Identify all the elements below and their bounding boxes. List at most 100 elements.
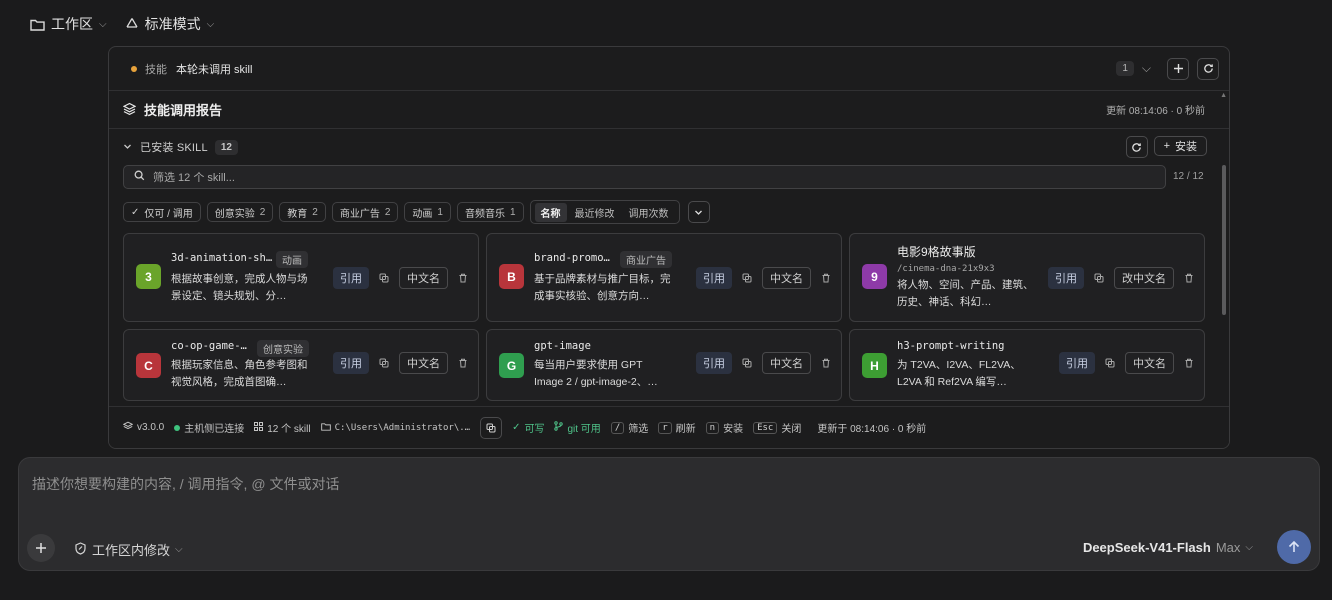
- skill-description: 基于品牌素材与推广目标，完成事实核验、创意方向…: [534, 273, 671, 302]
- kbd-close-label: 关闭: [781, 424, 802, 435]
- filter-chip-audio[interactable]: 音频音乐 1: [456, 202, 524, 222]
- copy-path-button[interactable]: [480, 416, 503, 439]
- skill-count-label: 12 个 skill: [267, 424, 311, 435]
- filter-chip-animation[interactable]: 动画 1: [404, 202, 451, 222]
- git-branch-icon: [554, 421, 564, 434]
- host-status: 主机侧已连接: [184, 424, 245, 435]
- mode-menu[interactable]: 标准模式 ⌵: [125, 14, 214, 34]
- send-button[interactable]: [1277, 530, 1311, 564]
- installed-title: 已安装 SKILL: [140, 142, 208, 154]
- cite-button[interactable]: 引用: [1048, 267, 1084, 289]
- cite-button[interactable]: 引用: [333, 267, 369, 289]
- scrollbar-thumb[interactable]: [1222, 165, 1226, 315]
- trash-icon[interactable]: [1184, 358, 1194, 368]
- mode-label: 标准模式: [144, 16, 201, 32]
- grid-icon: [254, 421, 264, 434]
- kbd-filter-label: 筛选: [628, 424, 649, 435]
- edit-scope-label: 工作区内修改: [92, 543, 171, 558]
- rename-cn-button[interactable]: 中文名: [399, 267, 448, 289]
- skill-card[interactable]: 3 3d-animation-sh… 动画 根据故事创意，完成人物与场景设定、镜…: [123, 233, 479, 322]
- chip-label: 音频音乐: [464, 208, 505, 220]
- copy-icon[interactable]: [1094, 273, 1104, 283]
- scroll-up-icon[interactable]: ▲: [1220, 92, 1227, 99]
- copy-icon[interactable]: [379, 358, 389, 368]
- skill-category-tag: 创意实验: [257, 340, 309, 357]
- cite-button[interactable]: 引用: [1059, 352, 1095, 374]
- filter-result-count: 12 / 12: [1173, 171, 1204, 182]
- kbd-refresh: r: [658, 421, 672, 434]
- trash-icon[interactable]: [821, 358, 831, 368]
- rename-cn-button[interactable]: 中文名: [399, 352, 448, 374]
- chip-count: 2: [312, 206, 318, 218]
- add-button[interactable]: [1167, 57, 1189, 80]
- report-updated: 更新 08:14:06 · 0 秒前: [1106, 106, 1205, 117]
- kbd-filter: /: [610, 421, 625, 434]
- skill-card[interactable]: B brand-promo… 商业广告 基于品牌素材与推广目标，完成事实核验、创…: [486, 233, 842, 322]
- reload-button[interactable]: [1125, 136, 1148, 158]
- model-level: Max: [1215, 540, 1241, 555]
- top-bar: 工作区 ⌵ 标准模式 ⌵: [30, 14, 214, 34]
- filter-chip-callable[interactable]: ✓ 仅可 / 调用: [123, 202, 201, 222]
- cite-button[interactable]: 引用: [696, 352, 732, 374]
- prompt-composer[interactable]: 描述你想要构建的内容, / 调用指令, @ 文件或对话 工作区内修改 ⌵ Dee…: [18, 457, 1320, 571]
- filter-chips: ✓ 仅可 / 调用 创意实验 2 教育 2 商业广告 2 动画 1 音频音乐 1: [123, 200, 710, 224]
- skill-card[interactable]: C co-op-game-… 创意实验 根据玩家信息、角色参考图和视觉风格，完成…: [123, 329, 479, 401]
- sort-by-modified[interactable]: 最近修改: [569, 203, 621, 222]
- install-label: 安装: [1175, 141, 1197, 153]
- chip-count: 1: [437, 206, 443, 218]
- skill-cards: 3 3d-animation-sh… 动画 根据故事创意，完成人物与场景设定、镜…: [123, 233, 1205, 401]
- plus-icon: +: [1163, 140, 1170, 152]
- attach-button[interactable]: [27, 534, 55, 562]
- installed-count: 12: [214, 139, 238, 155]
- model-selector[interactable]: DeepSeek-V41-Flash Max ⌵: [1083, 540, 1253, 555]
- skill-badge: H: [862, 353, 887, 378]
- filter-chip-commercial[interactable]: 商业广告 2: [331, 202, 399, 222]
- cite-button[interactable]: 引用: [333, 352, 369, 374]
- edit-scope-menu[interactable]: 工作区内修改 ⌵: [74, 540, 183, 559]
- chip-label: 创意实验: [214, 208, 255, 220]
- kbd-refresh-label: 刷新: [675, 424, 696, 435]
- layers-icon: [122, 102, 137, 118]
- trash-icon[interactable]: [458, 358, 468, 368]
- shield-edit-icon: [74, 541, 87, 558]
- skill-name: gpt-image: [534, 340, 591, 352]
- skill-badge: C: [136, 353, 161, 378]
- trash-icon[interactable]: [458, 273, 468, 283]
- rename-cn-button[interactable]: 中文名: [762, 352, 811, 374]
- sort-by-calls[interactable]: 调用次数: [623, 203, 675, 222]
- connected-dot: [174, 424, 181, 431]
- kbd-install-label: 安装: [723, 424, 744, 435]
- copy-icon[interactable]: [742, 358, 752, 368]
- skill-card[interactable]: H h3-prompt-writing 为 T2VA、I2VA、FL2VA、L2…: [849, 329, 1205, 401]
- search-icon: [134, 170, 145, 184]
- workspace-menu[interactable]: 工作区 ⌵: [30, 14, 107, 34]
- skill-card[interactable]: G gpt-image 每当用户要求使用 GPT Image 2 / gpt-i…: [486, 329, 842, 401]
- skill-label: 技能: [145, 63, 167, 76]
- expand-chevron-icon[interactable]: ⌵: [1142, 61, 1151, 76]
- skill-name: h3-prompt-writing: [897, 340, 1005, 352]
- cite-button[interactable]: 引用: [696, 267, 732, 289]
- rename-cn-button[interactable]: 中文名: [1125, 352, 1174, 374]
- skill-card[interactable]: 9 电影9格故事版 /cinema-dna-21x9x3 将人物、空间、产品、建…: [849, 233, 1205, 322]
- status-dot: [131, 65, 137, 72]
- trash-icon[interactable]: [821, 273, 831, 283]
- path-label: C:\Users\Administrator\.…: [334, 422, 471, 433]
- filter-chip-creative[interactable]: 创意实验 2: [206, 202, 274, 222]
- sort-dropdown-button[interactable]: [687, 201, 710, 223]
- copy-icon[interactable]: [1105, 358, 1115, 368]
- rename-cn-button[interactable]: 改中文名: [1114, 267, 1174, 289]
- chevron-down-icon: ⌵: [99, 18, 107, 30]
- copy-icon[interactable]: [379, 273, 389, 283]
- copy-icon[interactable]: [742, 273, 752, 283]
- collapse-chevron-icon[interactable]: [123, 140, 132, 154]
- refresh-button[interactable]: [1197, 57, 1219, 80]
- trash-icon[interactable]: [1184, 273, 1194, 283]
- sort-by-name[interactable]: 名称: [534, 202, 567, 222]
- install-button[interactable]: + 安装: [1153, 136, 1207, 156]
- sort-group: 名称 最近修改 调用次数: [529, 200, 680, 224]
- check-icon: ✓: [512, 422, 521, 433]
- skill-status: 本轮未调用 skill: [176, 63, 253, 76]
- skill-filter-input[interactable]: 筛选 12 个 skill...: [123, 165, 1166, 189]
- filter-chip-education[interactable]: 教育 2: [279, 202, 326, 222]
- rename-cn-button[interactable]: 中文名: [762, 267, 811, 289]
